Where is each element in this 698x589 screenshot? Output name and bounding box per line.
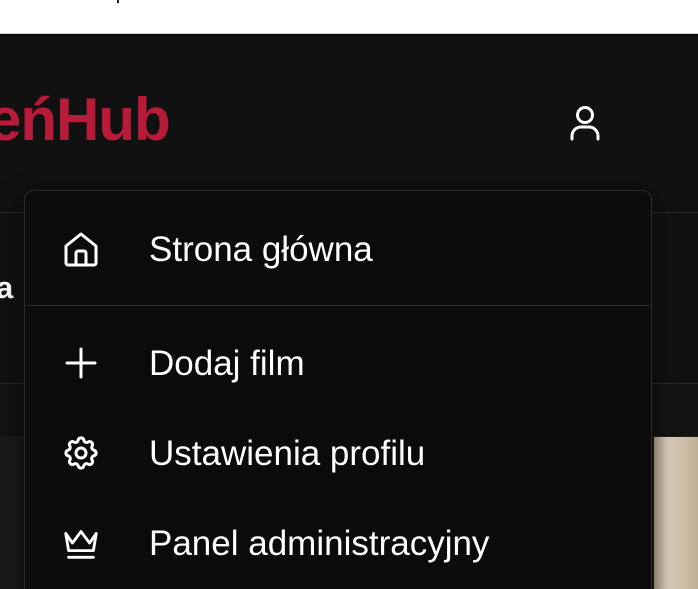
browser-text-fragment (117, 0, 119, 3)
brand-logo[interactable]: eńHub (0, 90, 171, 150)
movie-poster-thumbnail[interactable] (654, 437, 698, 589)
user-dropdown-menu: Strona główna Dodaj film Ustawienia prof… (24, 190, 652, 589)
menu-item-profile-settings[interactable]: Ustawienia profilu (25, 424, 651, 482)
menu-item-add-movie[interactable]: Dodaj film (25, 334, 651, 392)
app-header: eńHub (0, 37, 698, 212)
menu-divider (25, 305, 651, 306)
crown-icon (61, 523, 101, 563)
page: eńHub a Strona główna Dodaj film Ustawie… (0, 0, 698, 589)
menu-item-admin-panel[interactable]: Panel administracyjny (25, 514, 651, 572)
menu-item-label: Ustawienia profilu (149, 433, 426, 473)
menu-item-home[interactable]: Strona główna (25, 220, 651, 278)
gear-icon (61, 433, 101, 473)
menu-item-label: Strona główna (149, 229, 373, 269)
browser-top-bar (0, 0, 698, 34)
subnav-item-partial[interactable]: a (0, 272, 13, 303)
user-menu-button[interactable] (565, 101, 605, 145)
menu-item-label: Panel administracyjny (149, 523, 490, 563)
user-icon (567, 103, 603, 143)
plus-icon (61, 343, 101, 383)
home-icon (61, 229, 101, 269)
menu-item-label: Dodaj film (149, 343, 305, 383)
